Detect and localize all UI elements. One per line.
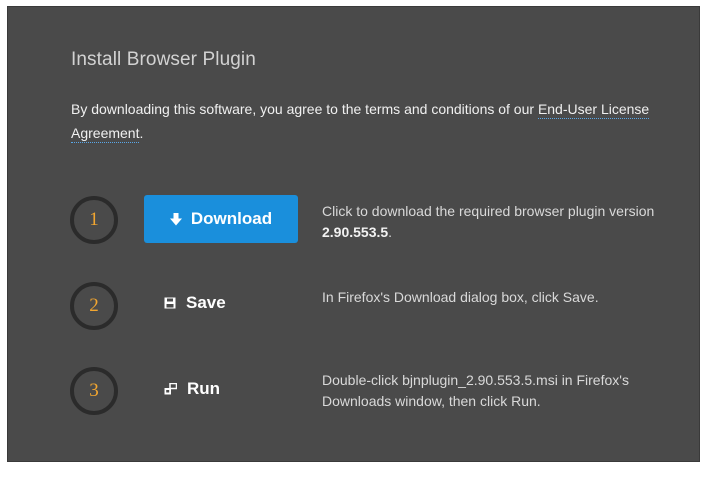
plugin-version: 2.90.553.5	[322, 224, 389, 240]
save-action-label: Save	[186, 293, 226, 312]
download-arrow-icon	[169, 212, 182, 226]
save-action: Save	[164, 293, 226, 313]
step-2-badge: 2	[70, 282, 118, 330]
step-1-description-text: Click to download the required browser p…	[322, 203, 655, 219]
download-button-label: Download	[190, 209, 273, 228]
step-2-description: In Firefox's Download dialog box, click …	[322, 289, 599, 305]
step-1-description-suffix: .	[388, 224, 393, 240]
step-3-badge: 3	[70, 367, 118, 415]
license-notice-suffix: .	[139, 125, 144, 141]
step-1-description: Click to download the required browser p…	[322, 201, 662, 243]
license-notice-text: By downloading this software, you agree …	[71, 101, 538, 117]
step-1-badge: 1	[70, 196, 118, 244]
install-plugin-panel: Install Browser Plugin By downloading th…	[7, 6, 700, 462]
floppy-disk-icon	[164, 297, 176, 309]
run-action-label: Run	[187, 379, 221, 398]
license-notice: By downloading this software, you agree …	[71, 97, 681, 145]
step-3-description: Double-click bjnplugin_2.90.553.5.msi in…	[322, 372, 629, 409]
run-action: Run	[164, 379, 220, 399]
run-program-icon	[164, 383, 177, 395]
download-button[interactable]: Download	[144, 195, 298, 243]
panel-title: Install Browser Plugin	[71, 49, 256, 70]
